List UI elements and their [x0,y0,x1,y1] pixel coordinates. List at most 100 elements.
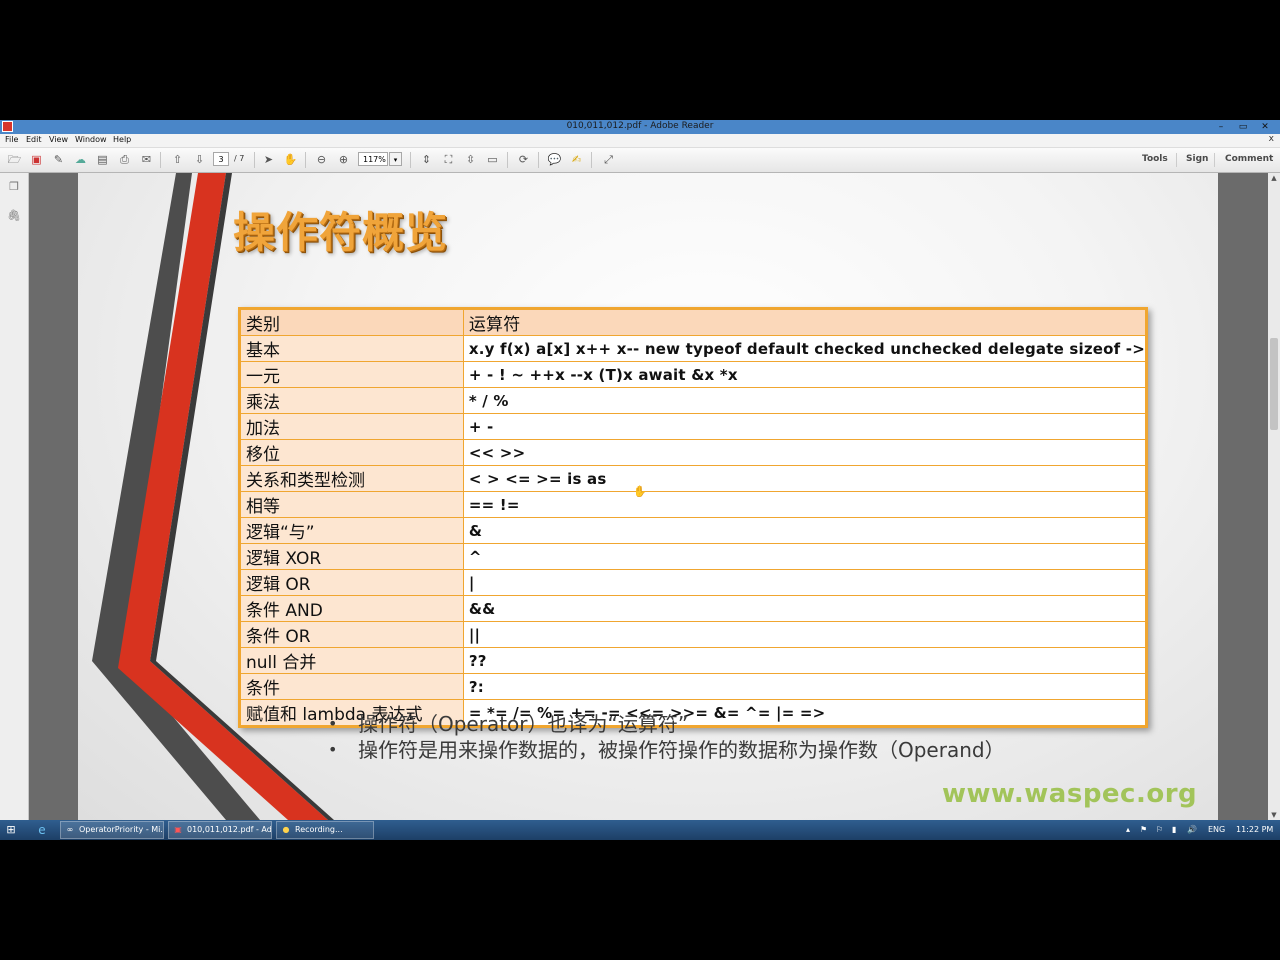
tray-signal-icon[interactable]: ▮ [1172,825,1176,834]
row-operators: & [462,517,1148,544]
row-operators: ?? [462,647,1148,674]
tray-expand-icon[interactable]: ▴ [1126,825,1130,834]
fullscreen-icon[interactable]: ⤢ [601,152,616,167]
bullet-item: • 操作符是用来操作数据的，被操作符操作的数据称为操作数（Operand） [328,737,1005,763]
table-row: 逻辑 XOR ^ [239,543,1148,570]
slide-title: 操作符概览 [233,208,449,257]
taskbar-item-recording[interactable]: ● Recording... [276,821,374,839]
visual-studio-icon: ∞ [66,825,74,834]
table-row: 条件 AND && [239,595,1148,622]
tray-language[interactable]: ENG [1208,825,1225,834]
window-title: 010,011,012.pdf - Adobe Reader [566,121,714,131]
table-row: 基本 x.y f(x) a[x] x++ x-- new typeof defau… [239,335,1148,362]
scrollbar-thumb[interactable] [1270,338,1278,430]
zoom-in-icon[interactable]: ⊕ [336,152,351,167]
menu-help[interactable]: Help [113,135,131,144]
table-row: 相等 == != [239,491,1148,518]
scrolling-mode-icon[interactable]: ⇳ [463,152,478,167]
print-icon[interactable]: ⎙ [117,152,132,167]
navigation-pane: ❐ 🖇 [0,173,29,820]
taskbar-item-visual-studio[interactable]: ∞ OperatorPriority - Mi... [60,821,164,839]
row-category: 相等 [239,491,464,518]
taskbar-item-label: Recording... [295,825,343,834]
tray-clock[interactable]: 11:22 PM [1236,825,1273,834]
page-number-input[interactable]: 3 [213,152,229,166]
close-button[interactable]: ✕ [1254,120,1276,134]
scroll-up-icon[interactable]: ▲ [1268,173,1280,183]
bullet-dot-icon: • [328,714,338,733]
bullet-item: • 操作符（Operator）也译为“运算符” [328,711,1005,737]
menu-edit[interactable]: Edit [26,135,42,144]
attachments-icon[interactable]: 🖇 [7,209,21,223]
header-operators: 运算符 [462,308,1148,336]
fit-width-icon[interactable]: ⛶ [441,152,456,167]
tools-button[interactable]: Tools [1142,154,1168,164]
row-category: 一元 [239,361,464,388]
fit-page-icon[interactable]: ⇕ [419,152,434,167]
menu-view[interactable]: View [49,135,68,144]
start-button[interactable]: ⊞ [4,823,18,837]
zoom-dropdown-icon[interactable]: ▾ [389,152,402,166]
select-tool-icon[interactable]: ➤ [261,152,276,167]
hand-cursor-icon: ✋ [633,485,647,498]
table-row: 关系和类型检测 < > <= >= is as [239,465,1148,492]
toolbar-separator [1214,153,1215,167]
row-operators: ^ [462,543,1148,570]
taskbar-item-label: OperatorPriority - Mi... [79,825,164,834]
next-page-icon[interactable]: ⇩ [192,152,207,167]
read-mode-icon[interactable]: ▭ [485,152,500,167]
comment-icon[interactable]: 💬 [547,152,562,167]
menu-bar: File Edit View Window Help x [0,134,1280,148]
toolbar: 🗁 ▣ ✎ ☁ ▤ ⎙ ✉ ⇧ ⇩ 3 / 7 ➤ ✋ ⊖ ⊕ 117% ▾ ⇕… [0,148,1280,173]
menu-file[interactable]: File [5,135,18,144]
internet-explorer-icon[interactable]: e [34,822,50,838]
sign-button[interactable]: Sign [1186,154,1208,164]
table-row: 逻辑 OR | [239,569,1148,596]
hand-tool-icon[interactable]: ✋ [283,152,298,167]
toolbar-separator [410,152,411,168]
taskbar: ⊞ e ∞ OperatorPriority - Mi... ▣ 010,011… [0,820,1280,840]
minimize-button[interactable]: – [1210,120,1232,134]
comment-button[interactable]: Comment [1225,154,1273,164]
row-operators: == != [462,491,1148,518]
watermark: www.waspec.org [942,779,1198,809]
bullet-text: 操作符（Operator）也译为“运算符” [358,712,689,736]
close-document-button[interactable]: x [1269,134,1274,144]
table-row: 逻辑“与” & [239,517,1148,544]
row-operators: + - ! ~ ++x --x (T)x await &x *x [462,361,1148,388]
edit-icon[interactable]: ✎ [51,152,66,167]
scroll-down-icon[interactable]: ▼ [1268,810,1280,820]
tray-volume-icon[interactable]: 🔊 [1187,825,1197,834]
sign-icon[interactable]: ✍ [569,152,584,167]
table-row: 乘法 * / % [239,387,1148,414]
table-row: 条件?: [239,673,1148,700]
row-category: 逻辑“与” [239,517,464,544]
taskbar-item-adobe-reader[interactable]: ▣ 010,011,012.pdf - Ad... [168,821,272,839]
recorder-icon: ● [282,825,290,834]
toolbar-separator [507,152,508,168]
maximize-button[interactable]: ▭ [1232,120,1254,134]
pdf-page: 操作符概览 类别 运算符 基本 x.y f(x) a[x] x++ x-- new… [78,173,1218,820]
email-icon[interactable]: ✉ [139,152,154,167]
zoom-input[interactable]: 117% [358,152,388,166]
tray-flag-icon[interactable]: ⚐ [1156,825,1163,834]
tray-network-icon[interactable]: ⚑ [1140,825,1147,834]
taskbar-item-label: 010,011,012.pdf - Ad... [187,825,272,834]
screen: 010,011,012.pdf - Adobe Reader – ▭ ✕ Fil… [0,120,1280,840]
row-category: 逻辑 XOR [239,543,464,570]
share-icon[interactable]: ⟳ [516,152,531,167]
menu-window[interactable]: Window [75,135,107,144]
open-icon[interactable]: 🗁 [7,152,22,167]
operator-table: 类别 运算符 基本 x.y f(x) a[x] x++ x-- new typeo… [238,307,1148,728]
page-thumbnails-icon[interactable]: ❐ [7,180,21,194]
toolbar-separator [1176,153,1177,167]
bullet-text: 操作符是用来操作数据的，被操作符操作的数据称为操作数（Operand） [358,738,1005,762]
cloud-icon[interactable]: ☁ [73,152,88,167]
prev-page-icon[interactable]: ⇧ [170,152,185,167]
save-icon[interactable]: ▤ [95,152,110,167]
row-category: 移位 [239,439,464,466]
vertical-scrollbar[interactable]: ▲ ▼ [1268,173,1280,820]
zoom-out-icon[interactable]: ⊖ [314,152,329,167]
create-pdf-icon[interactable]: ▣ [29,152,44,167]
row-category: 加法 [239,413,464,440]
